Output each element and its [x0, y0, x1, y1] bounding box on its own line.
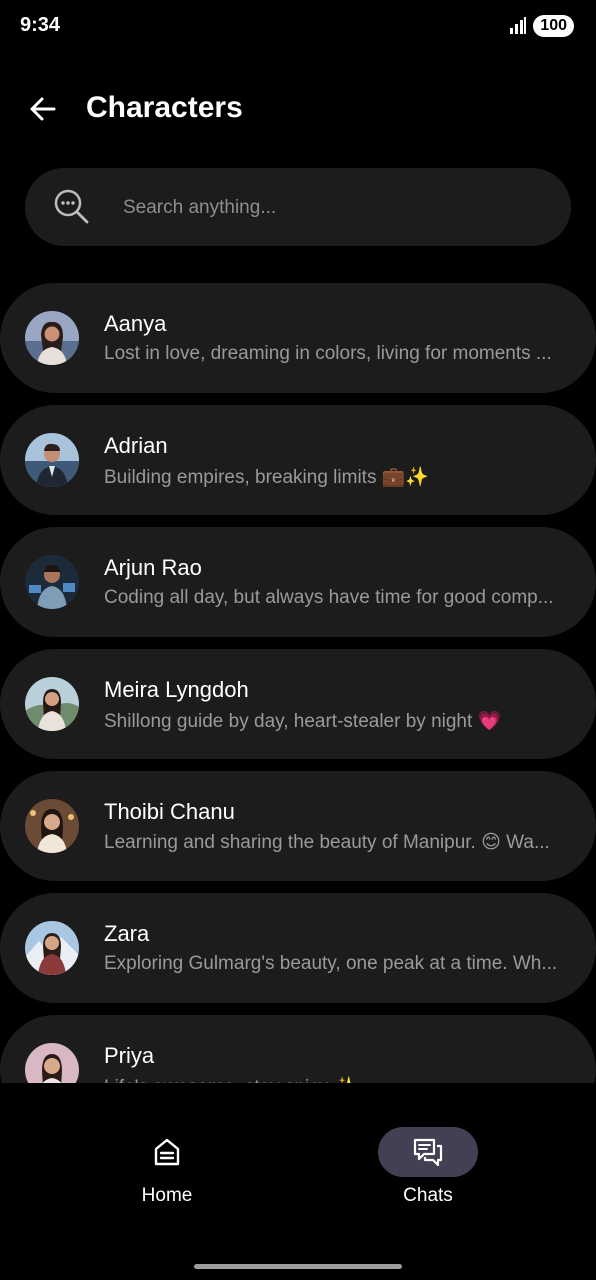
character-description: Life's awesome, stay spicy ✨ — [104, 1075, 570, 1083]
nav-chats[interactable]: Chats — [328, 1083, 528, 1223]
page-title: Characters — [86, 91, 243, 124]
character-item-arjun-rao[interactable]: Arjun Rao Coding all day, but always hav… — [0, 527, 596, 637]
character-name: Arjun Rao — [104, 555, 202, 580]
nav-chats-label: Chats — [403, 1185, 453, 1206]
character-list[interactable]: Aanya Lost in love, dreaming in colors, … — [0, 283, 596, 1083]
character-item-priya[interactable]: Priya Life's awesome, stay spicy ✨ — [0, 1015, 596, 1083]
back-arrow-icon[interactable] — [28, 94, 58, 124]
character-item-thoibi-chanu[interactable]: Thoibi Chanu Learning and sharing the be… — [0, 771, 596, 881]
character-name: Aanya — [104, 311, 167, 336]
character-description: Building empires, breaking limits 💼✨ — [104, 467, 430, 488]
character-name: Meira Lyngdoh — [104, 677, 249, 702]
character-item-aanya[interactable]: Aanya Lost in love, dreaming in colors, … — [0, 283, 596, 393]
character-name: Priya — [104, 1043, 155, 1068]
home-icon — [154, 1138, 180, 1166]
character-description: Shillong guide by day, heart-stealer by … — [104, 711, 502, 732]
character-description: Lost in love, dreaming in colors, living… — [104, 343, 552, 364]
avatar — [25, 677, 79, 731]
character-name: Thoibi Chanu — [104, 799, 235, 824]
character-description: Exploring Gulmarg's beauty, one peak at … — [104, 953, 558, 974]
avatar — [25, 1043, 79, 1083]
battery-badge: 100 — [533, 15, 574, 37]
status-indicators: 100 — [509, 15, 574, 37]
search-bar[interactable] — [25, 168, 571, 246]
character-description: Coding all day, but always have time for… — [104, 587, 554, 608]
character-item-meira-lyngdoh[interactable]: Meira Lyngdoh Shillong guide by day, hea… — [0, 649, 596, 759]
character-name: Zara — [104, 921, 150, 946]
search-input[interactable] — [121, 192, 545, 224]
avatar — [25, 555, 79, 609]
signal-icon — [510, 17, 527, 34]
status-time: 9:34 — [20, 14, 61, 36]
header: Characters — [0, 80, 596, 140]
avatar — [25, 433, 79, 487]
chats-icon — [413, 1138, 443, 1167]
character-description: Learning and sharing the beauty of Manip… — [104, 832, 550, 853]
avatar — [25, 921, 79, 975]
avatar — [25, 311, 79, 365]
nav-chats-active-indicator — [378, 1127, 478, 1177]
bottom-nav: Home Chats — [0, 1083, 596, 1280]
avatar — [25, 799, 79, 853]
character-item-zara[interactable]: Zara Exploring Gulmarg's beauty, one pea… — [0, 893, 596, 1003]
nav-home-label: Home — [141, 1185, 193, 1206]
character-name: Adrian — [104, 433, 168, 458]
nav-home-icon-wrap — [117, 1127, 217, 1177]
character-item-adrian[interactable]: Adrian Building empires, breaking limits… — [0, 405, 596, 515]
status-bar: 9:34 100 — [0, 0, 596, 54]
home-indicator — [194, 1264, 402, 1269]
search-icon — [54, 189, 89, 224]
nav-home[interactable]: Home — [67, 1083, 267, 1223]
